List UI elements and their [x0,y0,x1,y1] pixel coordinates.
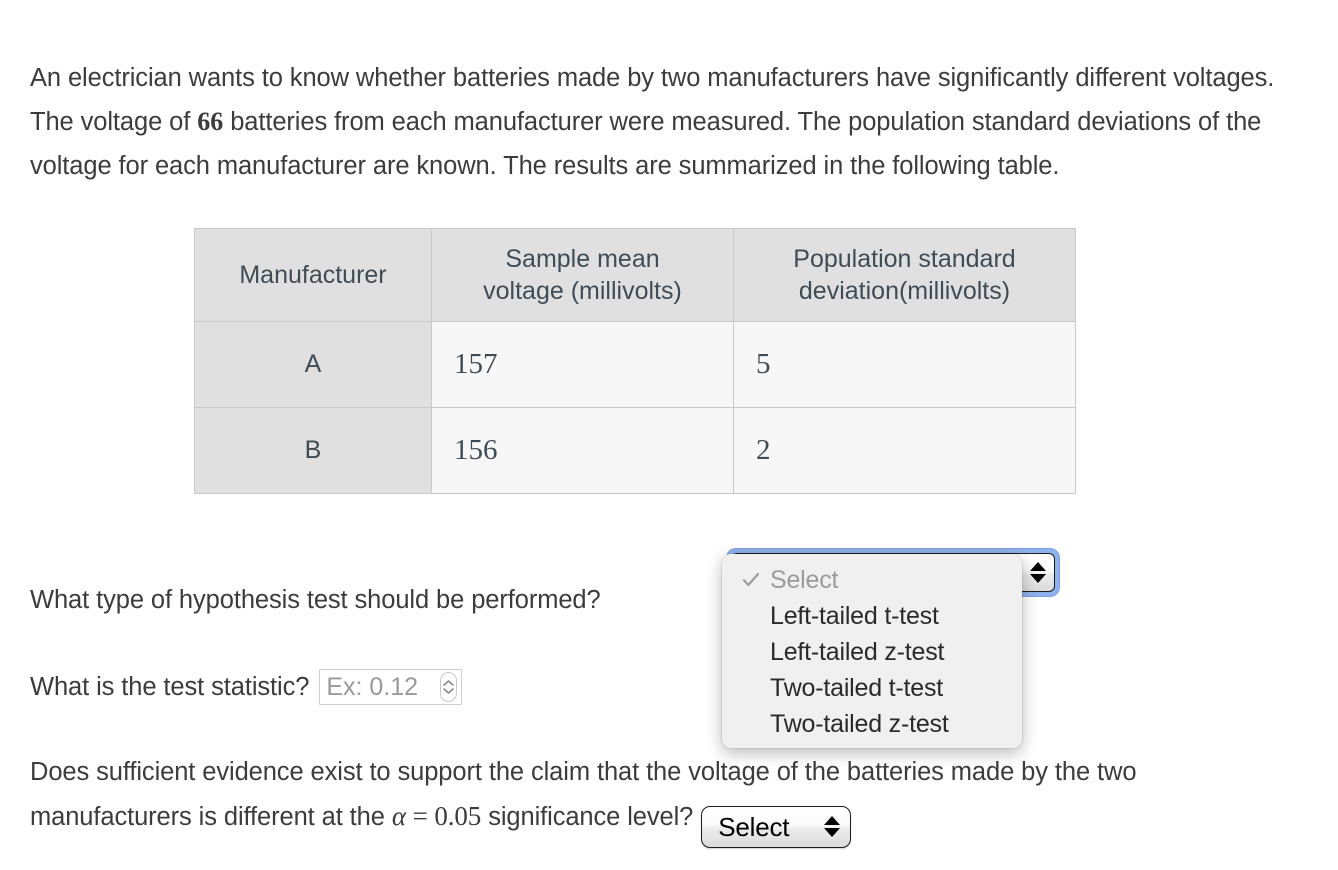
alpha-value: 0.05 [434,800,482,831]
triangle-down-icon [824,828,841,837]
number-stepper[interactable] [440,671,458,702]
test-statistic-input-wrapper[interactable] [319,668,463,705]
results-table: Manufacturer Sample mean voltage (milliv… [194,228,1076,494]
question-conclusion-row: Does sufficient evidence exist to suppor… [30,750,1270,848]
cell-manufacturer: B [194,407,432,494]
question-hypothesis-label: What type of hypothesis test should be p… [30,585,601,614]
menu-item-select[interactable]: Select [722,562,1022,598]
column-header-population-sd-line2: deviation(millivolts) [798,277,1011,305]
cell-manufacturer: A [194,321,432,408]
table-row: A 157 5 [194,321,1076,408]
column-header-population-sd-line1: Population standard [793,245,1016,273]
table-header-row: Manufacturer Sample mean voltage (milliv… [194,228,1076,322]
conclusion-select-value: Select [718,811,790,842]
menu-item-label: Left-tailed z-test [770,637,945,666]
question-statistic-row: What is the test statistic? [30,665,730,709]
menu-item-label: Left-tailed t-test [770,601,939,630]
cell-population-sd: 5 [733,321,1076,408]
column-header-sample-mean-line2: voltage (millivolts) [483,277,682,305]
sample-size-value: 66 [197,106,224,136]
test-statistic-input[interactable] [326,670,439,703]
column-header-manufacturer: Manufacturer [194,228,432,322]
menu-item-label: Two-tailed z-test [770,709,949,738]
question-page: An electrician wants to know whether bat… [0,0,1338,870]
column-header-sample-mean-voltage: Sample mean voltage (millivolts) [431,228,734,322]
alpha-equals-sign [406,801,413,831]
cell-sample-mean-voltage: 156 [431,407,734,494]
table-head: Manufacturer Sample mean voltage (milliv… [194,228,1076,322]
checkmark-icon [742,571,770,589]
conclusion-select[interactable]: Select [701,805,852,848]
menu-item-label: Two-tailed t-test [770,673,944,702]
menu-item-two-tailed-z-test[interactable]: Two-tailed z-test [722,706,1022,742]
intro-paragraph: An electrician wants to know whether bat… [30,56,1280,188]
menu-item-label: Select [770,565,839,594]
question-statistic-label: What is the test statistic? [30,672,310,701]
updown-arrows-icon [1030,562,1046,583]
question-conclusion-part2: significance level? [481,802,694,831]
column-header-population-sd: Population standard deviation(millivolts… [733,228,1076,322]
chevron-up-icon [443,679,455,686]
hypothesis-type-dropdown-menu[interactable]: Select Left-tailed t-test Left-tailed z-… [722,554,1022,748]
updown-arrows-icon [824,816,841,837]
cell-population-sd: 2 [733,407,1076,494]
table-row: B 156 2 [194,407,1076,494]
menu-item-left-tailed-t-test[interactable]: Left-tailed t-test [722,598,1022,634]
column-header-sample-mean-line1: Sample mean [505,245,660,273]
alpha-symbol: α [391,800,406,831]
column-header-manufacturer-label: Manufacturer [239,261,387,289]
triangle-down-icon [1030,574,1046,583]
table-body: A 157 5 B 156 2 [194,321,1076,494]
triangle-up-icon [1030,562,1046,571]
triangle-up-icon [824,816,841,825]
chevron-down-icon [443,687,455,694]
menu-item-left-tailed-z-test[interactable]: Left-tailed z-test [722,634,1022,670]
equals-sign: = [412,800,428,831]
menu-item-two-tailed-t-test[interactable]: Two-tailed t-test [722,670,1022,706]
cell-sample-mean-voltage: 157 [431,321,734,408]
